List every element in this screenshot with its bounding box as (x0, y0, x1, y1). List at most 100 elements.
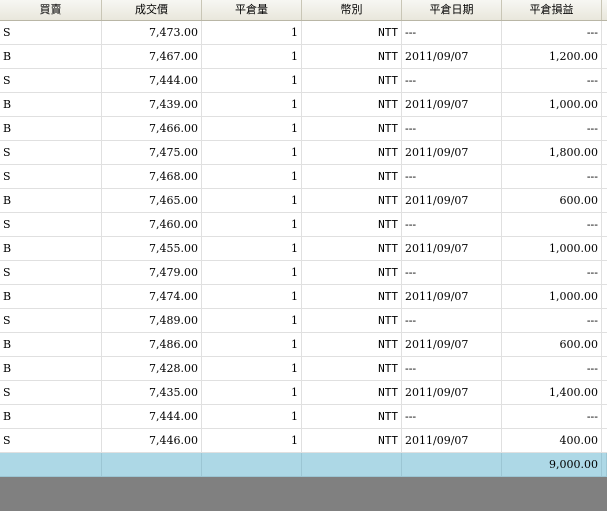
cell-pnl: 1,000.00 (502, 237, 602, 261)
cell-filler (602, 285, 607, 309)
cell-qty: 1 (202, 21, 302, 45)
cell-currency: NTT (302, 21, 402, 45)
cell-close-date: 2011/09/07 (402, 189, 502, 213)
grid-header: 買賣 成交價 平倉量 幣別 平倉日期 平倉損益 (0, 0, 607, 21)
table-row[interactable]: B 7,455.00 1 NTT 2011/09/07 1,000.00 (0, 237, 607, 261)
cell-pnl: 1,200.00 (502, 45, 602, 69)
cell-currency: NTT (302, 45, 402, 69)
column-header-price[interactable]: 成交價 (102, 0, 202, 20)
cell-price: 7,474.00 (102, 285, 202, 309)
cell-close-date: 2011/09/07 (402, 93, 502, 117)
table-row[interactable]: B 7,444.00 1 NTT --- --- (0, 405, 607, 429)
table-row[interactable]: S 7,444.00 1 NTT --- --- (0, 69, 607, 93)
cell-qty: 1 (202, 237, 302, 261)
cell-price: 7,465.00 (102, 189, 202, 213)
cell-close-date: --- (402, 69, 502, 93)
cell-currency: NTT (302, 333, 402, 357)
cell-side: S (0, 141, 102, 165)
column-header-currency[interactable]: 幣別 (302, 0, 402, 20)
table-row[interactable]: S 7,473.00 1 NTT --- --- (0, 21, 607, 45)
cell-pnl: --- (502, 405, 602, 429)
cell-pnl: 400.00 (502, 429, 602, 453)
cell-price: 7,479.00 (102, 261, 202, 285)
cell-filler (602, 189, 607, 213)
cell-pnl: 1,800.00 (502, 141, 602, 165)
table-row[interactable]: B 7,486.00 1 NTT 2011/09/07 600.00 (0, 333, 607, 357)
cell-currency: NTT (302, 429, 402, 453)
cell-currency: NTT (302, 405, 402, 429)
table-row[interactable]: S 7,446.00 1 NTT 2011/09/07 400.00 (0, 429, 607, 453)
cell-side: B (0, 357, 102, 381)
cell-filler (602, 429, 607, 453)
cell-side: S (0, 69, 102, 93)
cell-qty: 1 (202, 93, 302, 117)
cell-pnl: --- (502, 261, 602, 285)
table-row[interactable]: B 7,428.00 1 NTT --- --- (0, 357, 607, 381)
cell-side: S (0, 309, 102, 333)
cell-side: S (0, 381, 102, 405)
column-header-close-pnl[interactable]: 平倉損益 (502, 0, 602, 20)
column-header-close-date[interactable]: 平倉日期 (402, 0, 502, 20)
total-cell-filler (602, 453, 607, 477)
cell-pnl: 1,000.00 (502, 285, 602, 309)
cell-qty: 1 (202, 141, 302, 165)
cell-side: B (0, 189, 102, 213)
cell-price: 7,466.00 (102, 117, 202, 141)
cell-currency: NTT (302, 69, 402, 93)
table-row[interactable]: B 7,466.00 1 NTT --- --- (0, 117, 607, 141)
cell-currency: NTT (302, 165, 402, 189)
table-row[interactable]: B 7,439.00 1 NTT 2011/09/07 1,000.00 (0, 93, 607, 117)
cell-pnl: --- (502, 117, 602, 141)
total-cell-date (402, 453, 502, 477)
cell-close-date: 2011/09/07 (402, 45, 502, 69)
total-row: 9,000.00 (0, 453, 607, 477)
cell-pnl: --- (502, 213, 602, 237)
cell-filler (602, 21, 607, 45)
table-row[interactable]: S 7,460.00 1 NTT --- --- (0, 213, 607, 237)
cell-filler (602, 165, 607, 189)
table-row[interactable]: B 7,467.00 1 NTT 2011/09/07 1,200.00 (0, 45, 607, 69)
cell-currency: NTT (302, 141, 402, 165)
table-row[interactable]: S 7,468.00 1 NTT --- --- (0, 165, 607, 189)
cell-price: 7,435.00 (102, 381, 202, 405)
column-header-filler (602, 0, 607, 20)
cell-close-date: 2011/09/07 (402, 237, 502, 261)
cell-filler (602, 117, 607, 141)
cell-side: B (0, 93, 102, 117)
cell-filler (602, 69, 607, 93)
cell-currency: NTT (302, 189, 402, 213)
total-cell-qty (202, 453, 302, 477)
cell-pnl: --- (502, 69, 602, 93)
cell-filler (602, 309, 607, 333)
cell-close-date: 2011/09/07 (402, 333, 502, 357)
cell-qty: 1 (202, 213, 302, 237)
table-row[interactable]: S 7,435.00 1 NTT 2011/09/07 1,400.00 (0, 381, 607, 405)
cell-price: 7,439.00 (102, 93, 202, 117)
table-row[interactable]: S 7,479.00 1 NTT --- --- (0, 261, 607, 285)
column-header-close-qty[interactable]: 平倉量 (202, 0, 302, 20)
cell-qty: 1 (202, 429, 302, 453)
table-row[interactable]: S 7,489.00 1 NTT --- --- (0, 309, 607, 333)
table-row[interactable]: S 7,475.00 1 NTT 2011/09/07 1,800.00 (0, 141, 607, 165)
cell-filler (602, 405, 607, 429)
cell-filler (602, 237, 607, 261)
grid-body: S 7,473.00 1 NTT --- --- B 7,467.00 1 NTT 2011/09/… (0, 21, 607, 453)
cell-side: S (0, 429, 102, 453)
cell-currency: NTT (302, 261, 402, 285)
table-row[interactable]: B 7,465.00 1 NTT 2011/09/07 600.00 (0, 189, 607, 213)
cell-close-date: --- (402, 117, 502, 141)
cell-qty: 1 (202, 261, 302, 285)
cell-currency: NTT (302, 237, 402, 261)
column-header-side[interactable]: 買賣 (0, 0, 102, 20)
cell-qty: 1 (202, 285, 302, 309)
cell-side: B (0, 117, 102, 141)
cell-pnl: 1,400.00 (502, 381, 602, 405)
cell-qty: 1 (202, 333, 302, 357)
table-row[interactable]: B 7,474.00 1 NTT 2011/09/07 1,000.00 (0, 285, 607, 309)
cell-qty: 1 (202, 381, 302, 405)
cell-price: 7,460.00 (102, 213, 202, 237)
cell-side: B (0, 333, 102, 357)
cell-close-date: --- (402, 21, 502, 45)
cell-pnl: --- (502, 309, 602, 333)
cell-side: B (0, 237, 102, 261)
